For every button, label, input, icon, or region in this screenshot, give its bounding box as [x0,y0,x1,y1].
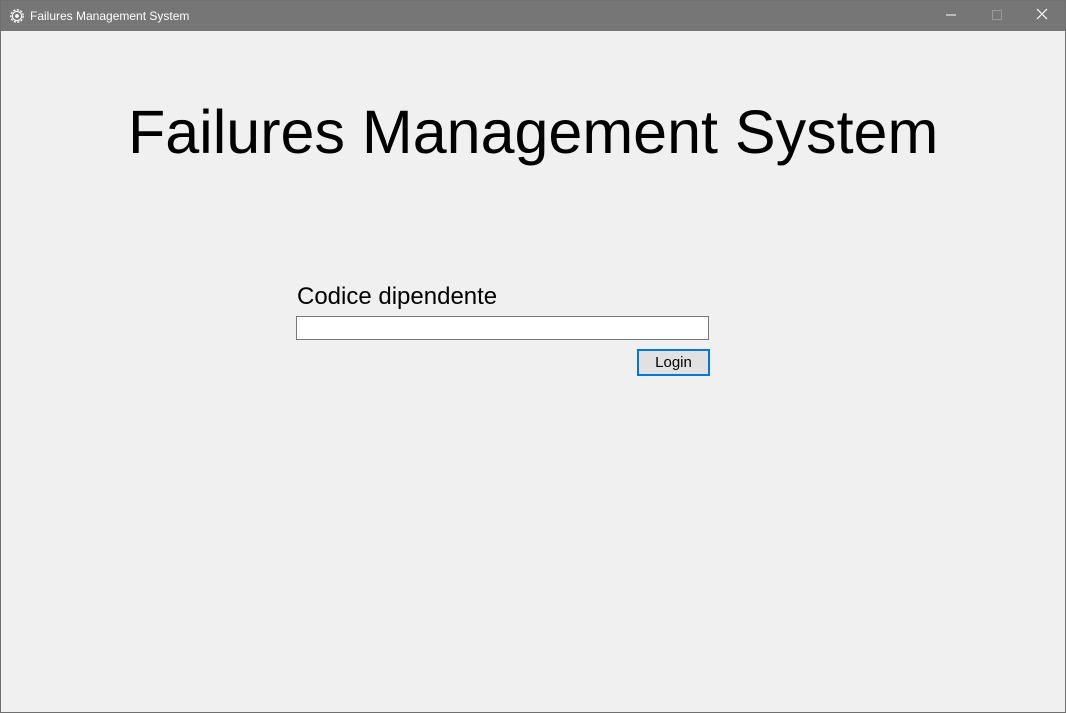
title-bar[interactable]: Failures Management System [1,1,1065,31]
close-button[interactable] [1019,1,1065,31]
employee-code-input[interactable] [296,316,709,340]
window-title: Failures Management System [30,9,190,23]
page-title: Failures Management System [128,98,939,166]
employee-code-label: Codice dipendente [297,283,498,310]
minimize-icon [946,7,956,25]
close-icon [1036,7,1048,25]
maximize-button[interactable] [974,1,1020,31]
login-button[interactable]: Login [637,349,710,376]
minimize-button[interactable] [928,1,974,31]
maximize-icon [992,7,1002,25]
app-window: Failures Management System Failures Mana… [0,0,1066,713]
gear-icon[interactable] [9,8,25,24]
